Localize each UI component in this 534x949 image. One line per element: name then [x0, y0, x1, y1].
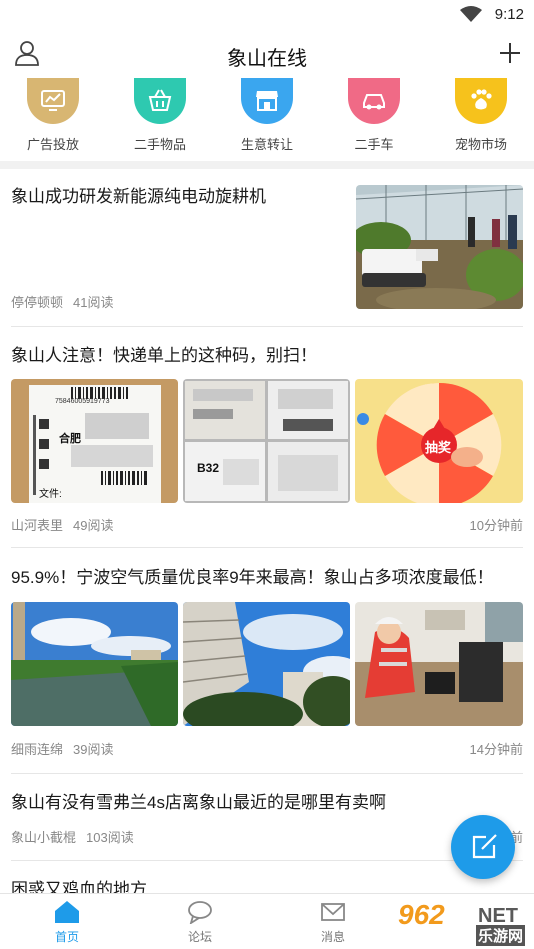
- feed-separator: [11, 547, 523, 548]
- category-ad-placement[interactable]: 广告投放: [13, 78, 93, 153]
- feed-item-thumbnail[interactable]: [355, 602, 523, 726]
- category-used-cars[interactable]: 二手车: [334, 78, 414, 153]
- feed-separator: [11, 860, 523, 861]
- label-city-text: 合肥: [59, 433, 81, 445]
- feed-item-thumbnail[interactable]: 75846005919773 合肥 文件:: [11, 379, 178, 503]
- home-icon: [55, 901, 79, 923]
- feed-item-thumbnail[interactable]: 抽奖: [355, 379, 523, 503]
- feed-item-meta: 山河表里 49阅读: [11, 515, 113, 534]
- tab-label: 论坛: [187, 930, 212, 944]
- feed-item-meta: 细雨连绵 39阅读: [11, 739, 113, 758]
- feed-item-author: 细雨连绵: [11, 742, 64, 757]
- site-watermark: 962 NET 乐游网: [394, 897, 530, 946]
- plus-icon[interactable]: [499, 42, 521, 64]
- category-business-transfer[interactable]: 生意转让: [227, 78, 307, 153]
- feed-item-reads: 41阅读: [73, 295, 114, 310]
- compose-post-button[interactable]: [451, 815, 515, 879]
- category-label: 广告投放: [26, 137, 79, 152]
- basket-icon: [148, 89, 172, 111]
- category-label: 生意转让: [240, 137, 293, 152]
- feed-item-author: 停停顿顿: [11, 295, 64, 310]
- feed-item-title[interactable]: 95.9%！宁波空气质量优良率9年来最高！象山占多项浓度最低！: [11, 566, 523, 590]
- feed-item-title[interactable]: 象山成功研发新能源纯电动旋耕机: [11, 185, 341, 209]
- mail-icon: [321, 903, 345, 921]
- monitoring-office-photo: [355, 602, 523, 726]
- parcel-labels-collage-photo: [183, 379, 350, 503]
- category-label: 二手物品: [133, 137, 186, 152]
- feed-item-thumbnail[interactable]: B32: [183, 379, 350, 503]
- label-file-text: 文件:: [39, 489, 62, 500]
- tab-messages[interactable]: 消息: [293, 900, 373, 945]
- feed-item-title[interactable]: 象山有没有雪弗兰4s店离象山最近的是哪里有卖啊: [11, 791, 523, 815]
- monitor-icon: [41, 90, 65, 111]
- paw-icon: [471, 89, 492, 110]
- watermark-number: 962: [398, 899, 445, 930]
- section-divider: [0, 161, 534, 169]
- label-b32-text: B32: [197, 461, 220, 475]
- tab-label: 消息: [320, 930, 345, 944]
- tab-label: 首页: [54, 930, 79, 944]
- watermark-cn: 乐游网: [476, 925, 526, 946]
- chat-bubble-icon: [188, 901, 212, 924]
- status-time: 9:12: [494, 6, 524, 23]
- greenhouse-tiller-photo: [356, 185, 523, 309]
- feed-separator: [11, 326, 523, 327]
- page-title: 象山在线: [227, 48, 307, 70]
- feed-item-thumbnail[interactable]: [183, 602, 350, 726]
- feed-item-meta: 停停顿顿 41阅读: [11, 292, 113, 311]
- feed-item-reads: 103阅读: [86, 830, 134, 845]
- category-label: 宠物市场: [454, 137, 507, 152]
- feed-item-meta: 象山小截棍 103阅读: [11, 827, 134, 846]
- category-row: 广告投放 二手物品 生意转让 二手车 宠物市场: [0, 78, 534, 160]
- app-header: 象山在线: [0, 30, 534, 78]
- wifi-icon: [460, 6, 482, 22]
- feed-separator: [11, 773, 523, 774]
- category-second-hand-goods[interactable]: 二手物品: [120, 78, 200, 153]
- feed-item-time: 10分钟前: [469, 518, 523, 533]
- category-label: 二手车: [354, 137, 394, 152]
- wheel-center-text: 抽奖: [425, 440, 452, 455]
- river-park-photo: [11, 602, 178, 726]
- feed-item-thumbnail[interactable]: [11, 602, 178, 726]
- category-pet-market[interactable]: 宠物市场: [441, 78, 521, 153]
- feed-item-reads: 49阅读: [73, 518, 114, 533]
- tab-home[interactable]: 首页: [27, 900, 107, 945]
- barcode-number-text: 75846005919773: [55, 398, 110, 405]
- status-bar: 9:12: [0, 0, 534, 30]
- feed-item-time: 14分钟前: [469, 742, 523, 757]
- feed-item-author: 山河表里: [11, 518, 64, 533]
- edit-icon: [472, 834, 497, 859]
- tab-forum[interactable]: 论坛: [160, 900, 240, 945]
- apartment-buildings-photo: [183, 602, 350, 726]
- shop-icon: [256, 91, 278, 111]
- car-icon: [363, 94, 385, 110]
- feed-item-reads: 39阅读: [73, 742, 114, 757]
- feed-item-thumbnail[interactable]: [356, 185, 523, 309]
- feed-item-title[interactable]: 象山人注意！快递单上的这种码，别扫！: [11, 344, 523, 368]
- feed-item-author: 象山小截棍: [11, 830, 77, 845]
